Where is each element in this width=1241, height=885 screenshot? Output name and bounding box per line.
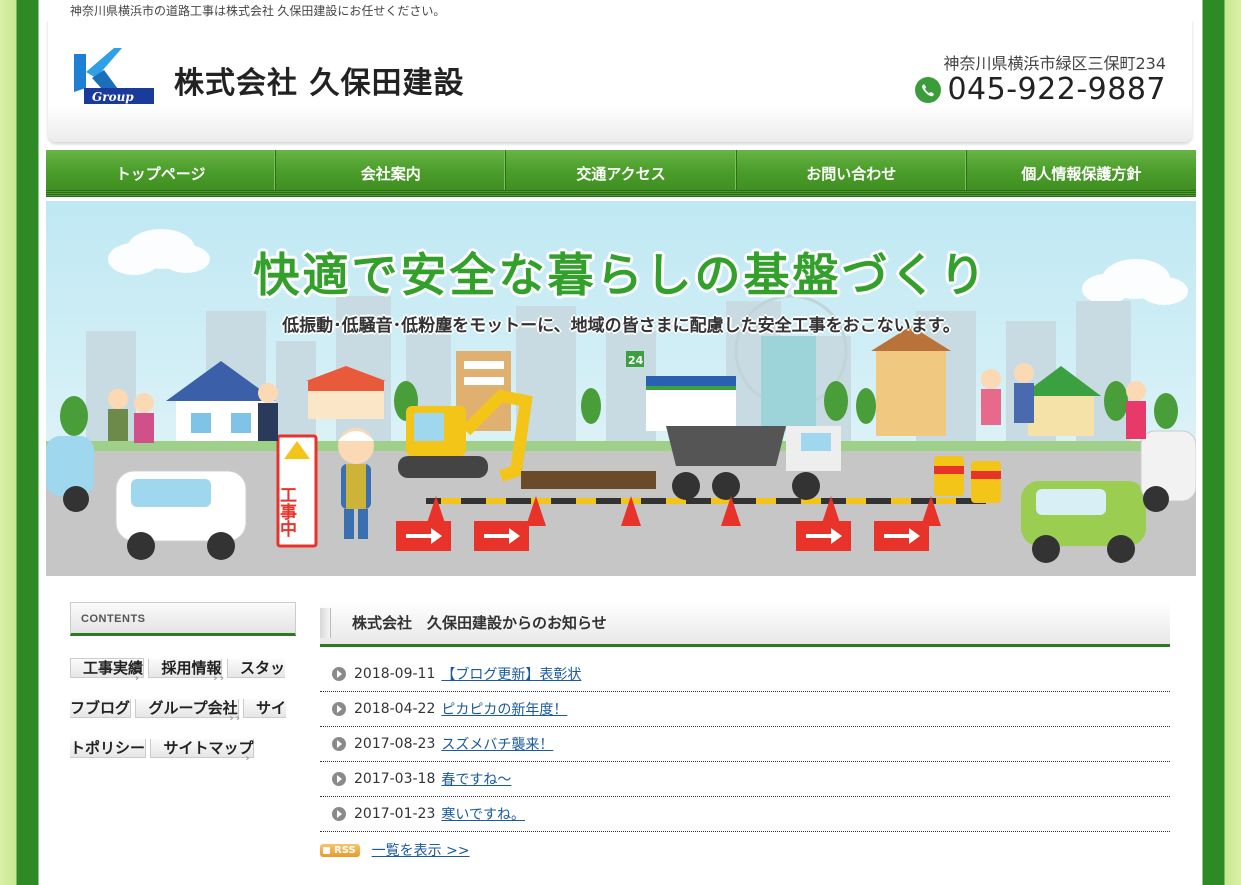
news-date: 2017-08-23	[354, 736, 436, 752]
play-bullet-icon	[332, 807, 346, 821]
hero-subtitle: 低振動･低騒音･低粉塵をモットーに、地域の皆さまに配慮した安全工事をおこないます…	[282, 316, 960, 336]
nav-stripe	[46, 190, 1196, 197]
news-date: 2018-04-22	[354, 701, 436, 717]
news-list: 2018-09-11 【ブログ更新】表彰状 2018-04-22 ピカピカの新年…	[320, 657, 1170, 832]
news-section: 株式会社 久保田建設からのお知らせ 2018-09-11 【ブログ更新】表彰状 …	[320, 602, 1170, 860]
news-link[interactable]: ピカピカの新年度！	[441, 699, 567, 719]
hero-title: 快適で安全な暮らしの基盤づくり	[253, 248, 989, 302]
heading-tab-icon	[320, 608, 331, 638]
svg-text:24: 24	[628, 354, 644, 367]
rss-icon[interactable]: RSS	[320, 843, 360, 857]
sidebar-item-works[interactable]: 工事実績 ›	[70, 658, 145, 684]
play-bullet-icon	[332, 737, 346, 751]
sidebar-item-recruit[interactable]: 採用情報 ›	[148, 659, 223, 684]
hero-banner: 24 工事中 快適で安全な暮らしの基盤づくり 低振動･低騒音･低粉塵をモットーに…	[46, 201, 1196, 576]
phone-number: 045-922-9887	[947, 72, 1166, 107]
play-bullet-icon	[332, 772, 346, 786]
phone-block[interactable]: 045-922-9887	[915, 72, 1166, 107]
list-item: 2018-04-22 ピカピカの新年度！	[320, 692, 1170, 727]
sidebar-item-group[interactable]: グループ会社 ›	[135, 699, 239, 724]
list-item: 2017-03-18 春ですね～	[320, 762, 1170, 797]
play-bullet-icon	[332, 667, 346, 681]
news-link[interactable]: スズメバチ襲来！	[441, 734, 553, 754]
news-title: 株式会社 久保田建設からのお知らせ	[352, 614, 607, 632]
view-all-link[interactable]: 一覧を表示 >>	[372, 840, 470, 860]
chevron-right-icon: ›	[134, 673, 140, 684]
sidebar-item-label: サイトマップ	[163, 739, 254, 757]
sidebar-item-sitemap[interactable]: サイトマップ ›	[150, 739, 255, 764]
chevron-right-icon: ›	[229, 713, 234, 724]
play-bullet-icon	[332, 702, 346, 716]
news-link[interactable]: 【ブログ更新】表彰状	[441, 664, 581, 684]
chevron-right-icon: ›	[235, 713, 241, 724]
chevron-right-icon: ›	[213, 673, 218, 684]
news-date: 2017-03-18	[354, 771, 436, 787]
news-date: 2017-01-23	[354, 806, 436, 822]
sidebar-menu: 工事実績 › 採用情報 › スタッフブログ › グループ会社 › サイトポリシー › サイ…	[70, 648, 296, 768]
k-group-logo-icon: Group	[74, 48, 154, 104]
chevron-right-icon: ›	[219, 673, 224, 684]
list-item: 2017-01-23 寒いですね。	[320, 797, 1170, 832]
site-tagline: 神奈川県横浜市の道路工事は株式会社 久保田建設にお任せください。	[70, 4, 446, 18]
company-logo[interactable]: Group	[70, 44, 158, 110]
rss-row: RSS 一覧を表示 >>	[320, 840, 1170, 860]
page: 神奈川県横浜市の道路工事は株式会社 久保田建設にお任せください。 Group 株…	[40, 0, 1202, 885]
contents-heading: CONTENTS	[70, 602, 296, 636]
news-heading: 株式会社 久保田建設からのお知らせ	[320, 602, 1170, 647]
chevron-right-icon: ›	[245, 753, 250, 764]
list-item: 2017-08-23 スズメバチ襲来！	[320, 727, 1170, 762]
svg-text:Group: Group	[92, 90, 134, 104]
svg-text:工事中: 工事中	[276, 486, 297, 538]
company-address: 神奈川県横浜市緑区三保町234	[943, 54, 1166, 73]
news-date: 2018-09-11	[354, 666, 436, 682]
phone-icon	[915, 76, 942, 103]
news-link[interactable]: 寒いですね。	[441, 804, 525, 824]
company-name: 株式会社 久保田建設	[174, 66, 465, 101]
list-item: 2018-09-11 【ブログ更新】表彰状	[320, 657, 1170, 692]
sidebar-item-label: グループ会社	[148, 699, 238, 717]
sidebar: CONTENTS 工事実績 › 採用情報 › スタッフブログ › グループ会社 › サイ…	[70, 602, 296, 768]
news-link[interactable]: 春ですね～	[441, 769, 511, 789]
